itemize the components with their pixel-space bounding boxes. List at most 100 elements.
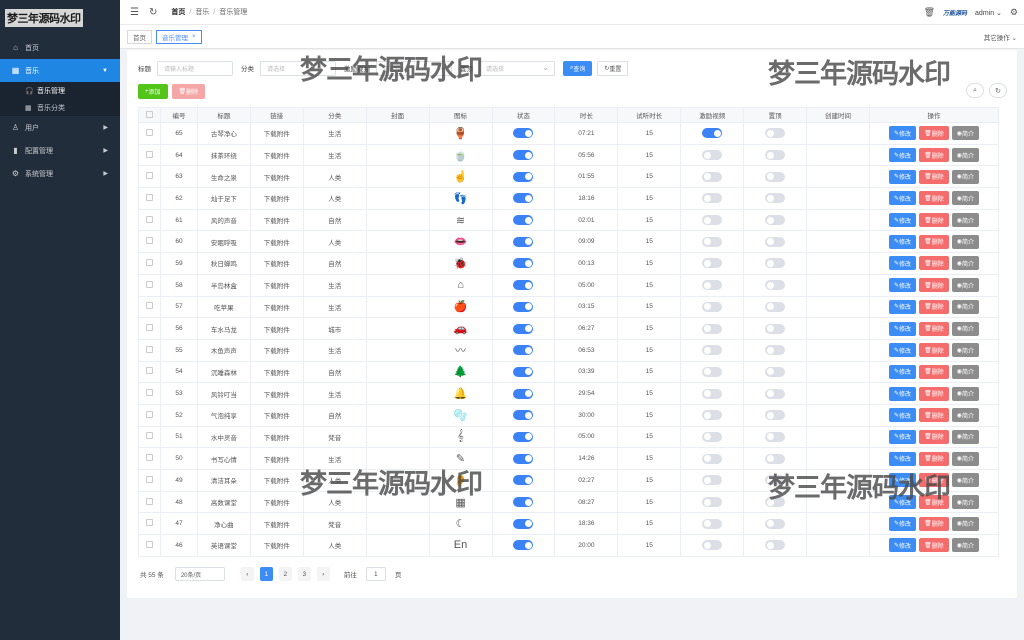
delete-button[interactable]: 🗑 删除: [919, 408, 949, 423]
user-menu[interactable]: admin ⌄: [975, 9, 1002, 17]
video-toggle[interactable]: [702, 215, 723, 226]
top-toggle[interactable]: [765, 236, 786, 247]
tab-home[interactable]: 首页: [127, 29, 152, 44]
video-toggle[interactable]: [702, 171, 723, 182]
video-toggle[interactable]: [702, 518, 723, 529]
delete-button[interactable]: 🗑 删除: [919, 234, 949, 249]
view-button[interactable]: ◉ 简介: [951, 386, 979, 401]
delete-button[interactable]: 🗑 删除: [919, 278, 949, 293]
delete-button[interactable]: 🗑 删除: [919, 386, 949, 401]
cell-link[interactable]: 下载附件: [249, 512, 304, 536]
status-toggle[interactable]: [513, 410, 534, 421]
row-checkbox[interactable]: [138, 143, 161, 167]
row-checkbox[interactable]: [138, 425, 161, 449]
cell-link[interactable]: 下载附件: [249, 122, 304, 145]
status-toggle[interactable]: [513, 150, 534, 161]
row-checkbox[interactable]: [138, 534, 161, 557]
top-toggle[interactable]: [765, 345, 786, 356]
top-toggle[interactable]: [765, 366, 786, 377]
edit-button[interactable]: ✎ 修改: [889, 169, 917, 184]
video-toggle[interactable]: [702, 497, 723, 508]
row-checkbox[interactable]: [138, 512, 161, 536]
sidebar-item-home[interactable]: ⌂ 首页: [0, 36, 120, 59]
row-checkbox[interactable]: [138, 252, 161, 275]
sidebar-item-config[interactable]: ▮ 配置管理 ▶: [0, 139, 120, 162]
delete-button[interactable]: 🗑 删除: [919, 126, 949, 141]
edit-button[interactable]: ✎ 修改: [889, 148, 917, 163]
top-toggle[interactable]: [765, 388, 786, 399]
search-toggle-icon[interactable]: ⌕: [966, 83, 984, 98]
status-toggle[interactable]: [513, 388, 534, 399]
row-checkbox[interactable]: [138, 447, 161, 470]
status-toggle[interactable]: [513, 280, 534, 291]
cell-link[interactable]: 下载附件: [249, 295, 304, 319]
sidebar-item-music-manage[interactable]: 🎧 音乐管理: [0, 82, 120, 99]
edit-button[interactable]: ✎ 修改: [889, 234, 917, 249]
delete-button[interactable]: 🗑 删除: [919, 191, 949, 206]
cell-link[interactable]: 下载附件: [249, 273, 304, 297]
settings-icon[interactable]: ⚙: [1010, 7, 1018, 18]
status-toggle[interactable]: [513, 518, 534, 529]
video-toggle[interactable]: [702, 431, 723, 442]
top-toggle[interactable]: [765, 215, 786, 226]
close-icon[interactable]: ×: [192, 34, 196, 40]
cell-link[interactable]: 下载附件: [249, 317, 304, 340]
page-1[interactable]: 1: [259, 567, 273, 581]
cell-link[interactable]: 下载附件: [249, 360, 304, 384]
row-checkbox[interactable]: [138, 273, 161, 297]
status-toggle[interactable]: [513, 171, 534, 182]
status-toggle[interactable]: [513, 301, 534, 312]
goto-input[interactable]: 1: [365, 567, 386, 581]
edit-button[interactable]: ✎ 修改: [889, 364, 917, 379]
status-toggle[interactable]: [513, 128, 534, 139]
video-toggle[interactable]: [702, 150, 723, 161]
view-button[interactable]: ◉ 简介: [951, 408, 979, 423]
row-checkbox[interactable]: [138, 469, 161, 492]
edit-button[interactable]: ✎ 修改: [889, 451, 917, 466]
status-toggle[interactable]: [513, 215, 534, 226]
delete-button[interactable]: 🗑 删除: [919, 343, 949, 358]
select-all-checkbox[interactable]: [138, 107, 161, 123]
top-toggle[interactable]: [765, 171, 786, 182]
top-toggle[interactable]: [765, 518, 786, 529]
edit-button[interactable]: ✎ 修改: [889, 213, 917, 228]
top-toggle[interactable]: [765, 540, 786, 551]
row-checkbox[interactable]: [138, 382, 161, 405]
video-toggle[interactable]: [702, 475, 723, 486]
cell-link[interactable]: 下载附件: [249, 490, 304, 514]
video-toggle[interactable]: [702, 540, 723, 551]
reset-button[interactable]: ↻ 重置: [597, 60, 629, 76]
top-toggle[interactable]: [765, 323, 786, 334]
edit-button[interactable]: ✎ 修改: [889, 516, 917, 531]
cell-link[interactable]: 下载附件: [249, 230, 304, 254]
view-button[interactable]: ◉ 简介: [951, 451, 979, 466]
edit-button[interactable]: ✎ 修改: [889, 256, 917, 271]
cell-link[interactable]: 下载附件: [249, 534, 304, 557]
status-toggle[interactable]: [513, 323, 534, 334]
row-checkbox[interactable]: [138, 338, 161, 362]
delete-button[interactable]: 🗑 删除: [919, 256, 949, 271]
view-button[interactable]: ◉ 简介: [951, 213, 979, 228]
refresh-icon[interactable]: ↻: [989, 83, 1007, 98]
edit-button[interactable]: ✎ 修改: [889, 408, 917, 423]
cell-link[interactable]: 下载附件: [249, 187, 304, 210]
delete-button[interactable]: 🗑 删除: [919, 148, 949, 163]
delete-button[interactable]: 🗑 删除: [919, 516, 949, 531]
view-button[interactable]: ◉ 简介: [951, 343, 979, 358]
add-button[interactable]: + 添加: [138, 84, 168, 99]
video-toggle[interactable]: [702, 258, 723, 269]
delete-button[interactable]: 🗑 删除: [919, 429, 949, 444]
top-toggle[interactable]: [765, 128, 786, 139]
video-toggle[interactable]: [702, 193, 723, 204]
view-button[interactable]: ◉ 简介: [951, 321, 979, 336]
menu-toggle-icon[interactable]: ☰: [130, 7, 139, 18]
batch-delete-button[interactable]: 🗑 删除: [171, 84, 206, 99]
edit-button[interactable]: ✎ 修改: [889, 191, 917, 206]
status-toggle[interactable]: [513, 475, 534, 486]
view-button[interactable]: ◉ 简介: [951, 169, 979, 184]
status-toggle[interactable]: [513, 366, 534, 377]
video-toggle[interactable]: [702, 410, 723, 421]
row-checkbox[interactable]: [138, 295, 161, 319]
video-toggle[interactable]: [702, 236, 723, 247]
row-checkbox[interactable]: [138, 165, 161, 189]
